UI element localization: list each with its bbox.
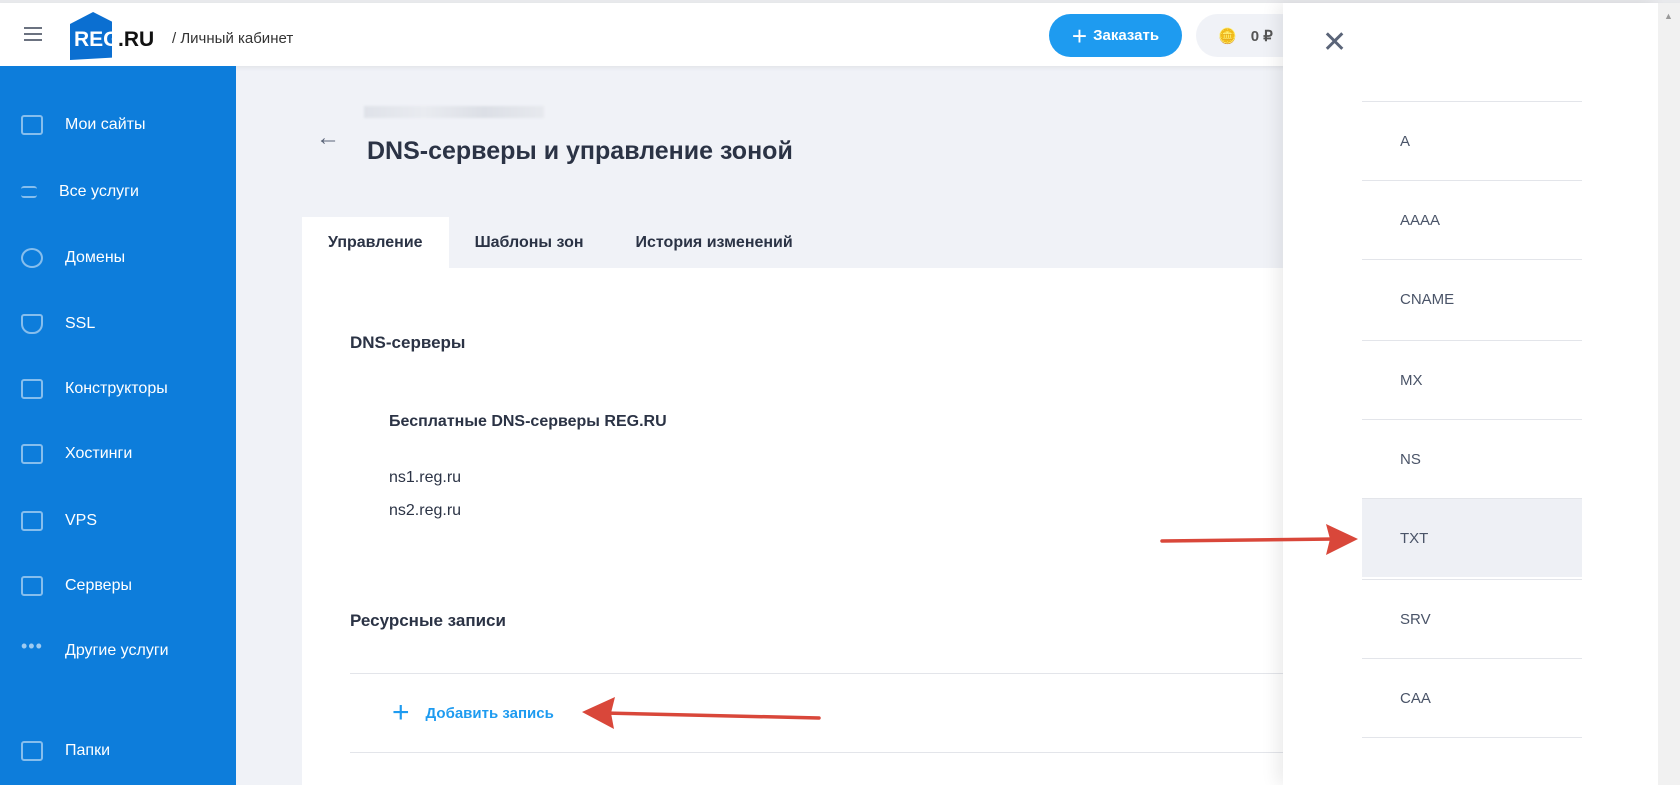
- annotation-arrows: [582, 524, 1358, 729]
- annotation-arrow-add-record: [582, 697, 821, 729]
- annotation-arrow-txt: [1160, 524, 1358, 555]
